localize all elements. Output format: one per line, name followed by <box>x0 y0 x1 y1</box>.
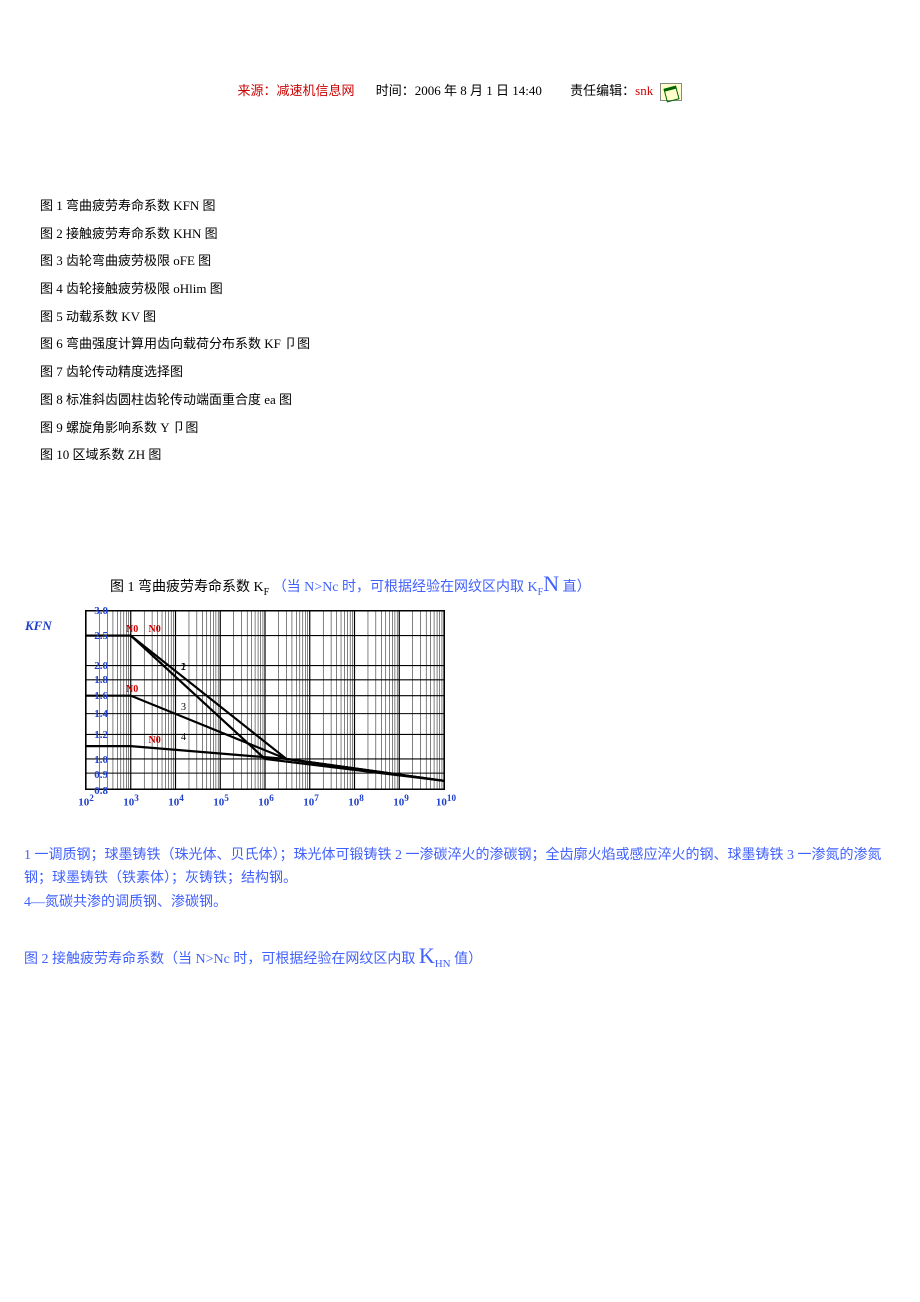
x-tick-label: 109 <box>393 793 409 809</box>
y-tick-label: 1.0 <box>80 754 108 766</box>
x-tick-label: 103 <box>123 793 139 809</box>
y-tick-label: 1.8 <box>80 674 108 686</box>
chart-marker: N0 <box>149 624 161 635</box>
x-tick-label: 104 <box>168 793 184 809</box>
y-tick-label: 1.6 <box>80 690 108 702</box>
y-tick-label: 1.2 <box>80 729 108 741</box>
toc-item: 图 4 齿轮接触疲劳极限 oHlim 图 <box>40 277 880 302</box>
y-tick-label: 2.5 <box>80 630 108 642</box>
x-tick-label: 102 <box>78 793 94 809</box>
toc-item: 图 8 标准斜齿圆柱齿轮传动端面重合度 ea 图 <box>40 388 880 413</box>
article-header: 来源：减速机信息网 时间：2006 年 8 月 1 日 14:40 责任编辑：s… <box>0 0 920 121</box>
series-label: 2 <box>181 662 186 673</box>
toc-item: 图 5 动载系数 KV 图 <box>40 305 880 330</box>
x-tick-label: 107 <box>303 793 319 809</box>
chart-marker: N0 <box>126 624 138 635</box>
toc-item: 图 3 齿轮弯曲疲劳极限 oFE 图 <box>40 249 880 274</box>
source-label: 来源：减速机信息网 <box>238 83 355 98</box>
figure-1-chart: KFN 3.02.52.01.81.61.41.21.00.90.8102103… <box>0 610 920 830</box>
figure-toc: 图 1 弯曲疲劳寿命系数 KFN 图图 2 接触疲劳寿命系数 KHN 图图 3 … <box>0 121 920 468</box>
chart-plot-area: 3.02.52.01.81.61.41.21.00.90.81021031041… <box>85 610 445 790</box>
y-tick-label: 2.0 <box>80 660 108 672</box>
time-label: 时间：2006 年 8 月 1 日 14:40 <box>376 83 542 98</box>
toc-item: 图 10 区域系数 ZH 图 <box>40 443 880 468</box>
x-tick-label: 106 <box>258 793 274 809</box>
y-tick-label: 3.0 <box>80 605 108 617</box>
series-label: 3 <box>181 702 186 713</box>
figure-2-title: 图 2 接触疲劳寿命系数（当 N>Nc 时，可根据经验在网纹区内取 KHN 值） <box>0 923 920 980</box>
y-tick-label: 1.4 <box>80 708 108 720</box>
toc-item: 图 1 弯曲疲劳寿命系数 KFN 图 <box>40 194 880 219</box>
editor-name: snk <box>635 83 653 98</box>
figure-1-title: 图 1 弯曲疲劳寿命系数 KF （当 N>Nc 时，可根据经验在网纹区内取 KF… <box>0 471 920 610</box>
toc-item: 图 6 弯曲强度计算用齿向载荷分布系数 KF 卩图 <box>40 332 880 357</box>
x-tick-label: 105 <box>213 793 229 809</box>
toc-item: 图 2 接触疲劳寿命系数 KHN 图 <box>40 222 880 247</box>
editor-label: 责任编辑：snk <box>570 83 656 98</box>
toc-item: 图 7 齿轮传动精度选择图 <box>40 360 880 385</box>
x-tick-label: 1010 <box>436 793 456 809</box>
toc-item: 图 9 螺旋角影响系数 Y 卩图 <box>40 416 880 441</box>
y-tick-label: 0.9 <box>80 769 108 781</box>
chart-marker: N0 <box>126 684 138 695</box>
x-tick-label: 108 <box>348 793 364 809</box>
chart-marker: N0 <box>149 735 161 746</box>
chart-y-axis-label: KFN <box>25 618 52 634</box>
series-label: 4 <box>181 732 186 743</box>
note-icon <box>660 83 682 101</box>
figure-1-caption: 1 一调质钢；球墨铸铁（珠光体、贝氏体）；珠光体可锻铸铁 2 一渗碳淬火的渗碳钢… <box>0 830 920 923</box>
